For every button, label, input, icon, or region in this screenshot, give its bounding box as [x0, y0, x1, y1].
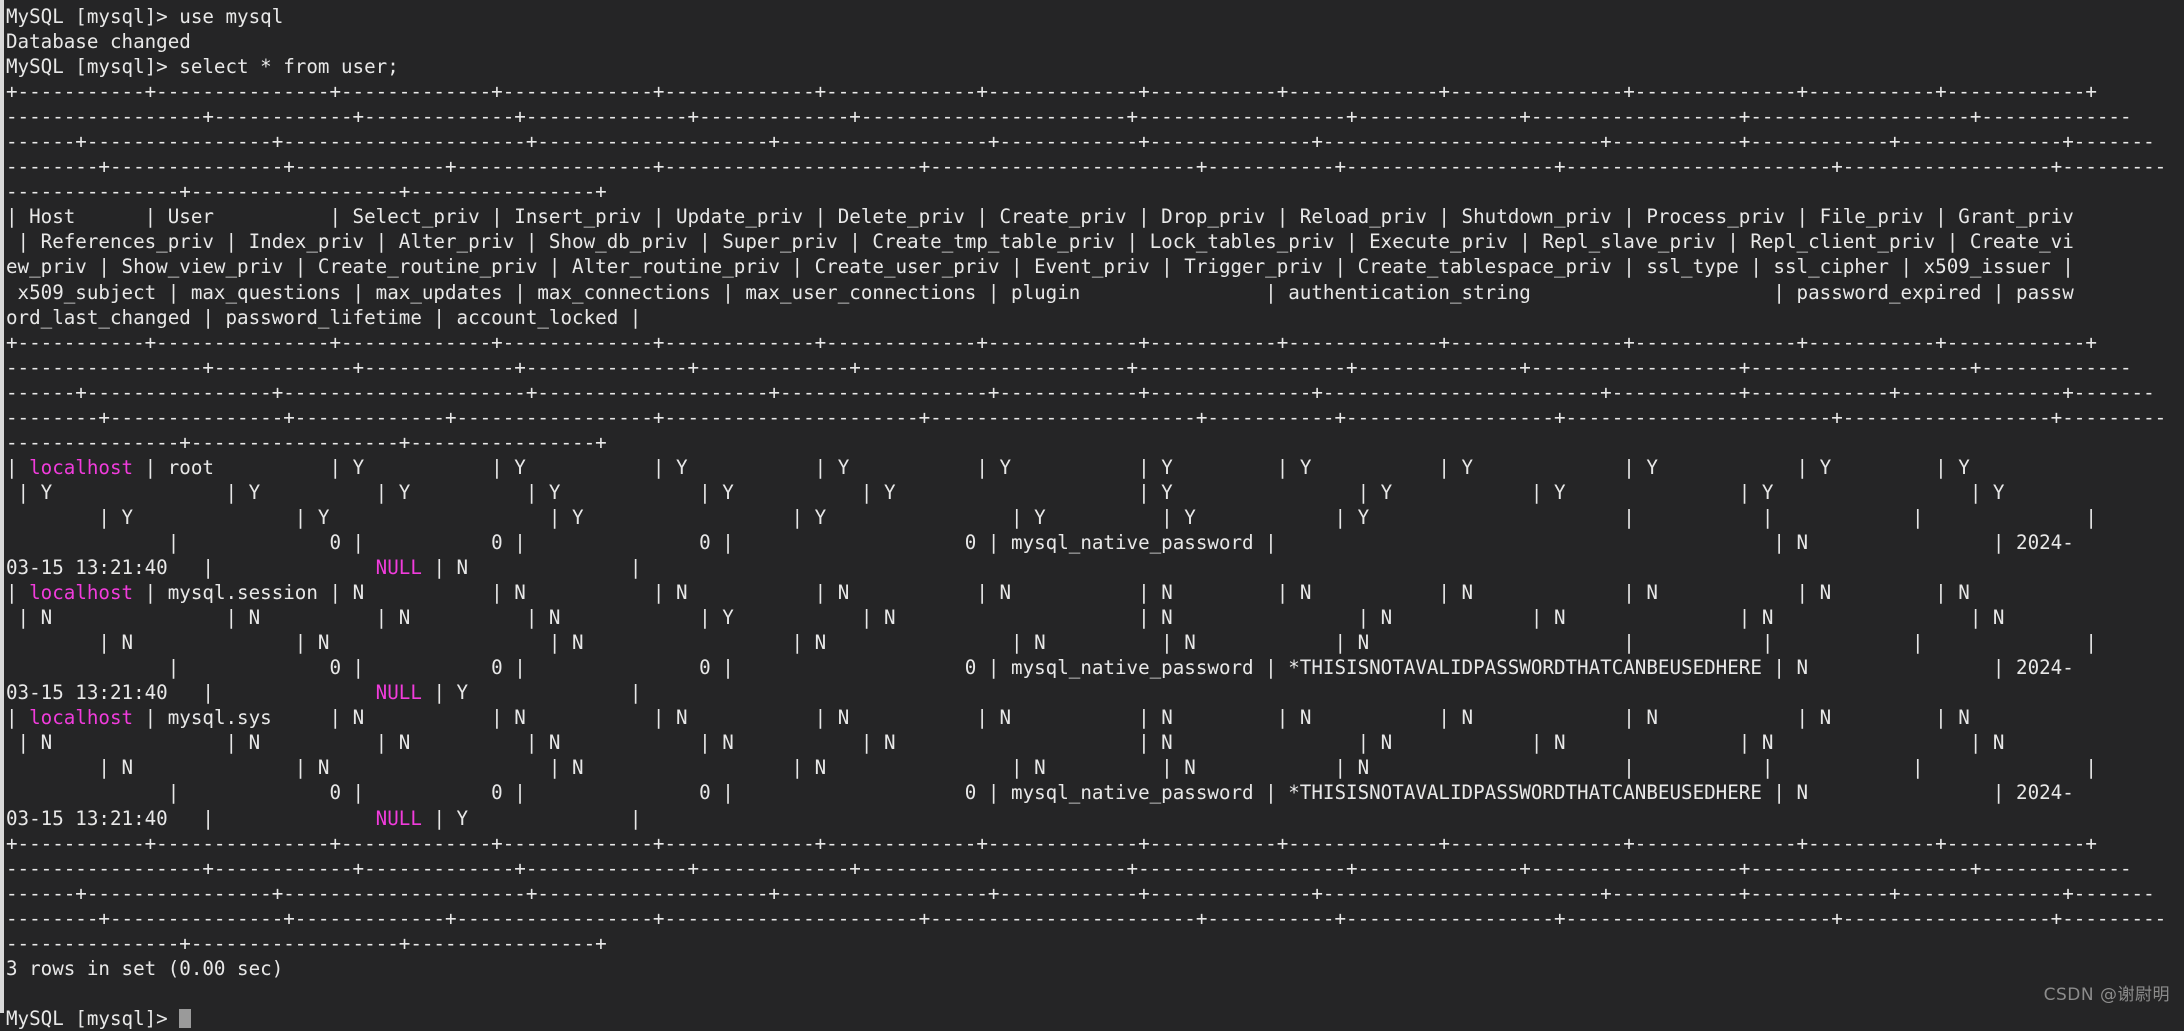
terminal-text: 03-15 13:21:40 |: [6, 681, 376, 705]
terminal-text: | N |: [421, 556, 642, 580]
terminal-line: +-----------+---------------+-----------…: [6, 831, 2184, 856]
terminal-line: | References_priv | Index_priv | Alter_p…: [6, 229, 2184, 254]
block-cursor: [179, 1008, 191, 1028]
terminal-line: --------+---------------+-------------+-…: [6, 405, 2184, 430]
terminal-text: Database changed: [6, 30, 191, 54]
terminal-line: | N | N | N | N | N | N | N | N | N | N …: [6, 730, 2184, 755]
terminal-line: ---------------+------------------+-----…: [6, 931, 2184, 956]
terminal-text: | N | N | N | N | N | N | N | N | N | N …: [6, 731, 2005, 755]
terminal-text: ---------------+------------------+-----…: [6, 931, 607, 955]
terminal-text: --------+---------------+-------------+-…: [6, 155, 2167, 179]
terminal-line: 03-15 13:21:40 | NULL | Y |: [6, 806, 2184, 831]
terminal-line: | N | N | N | N | Y | N | N | N | N | N …: [6, 605, 2184, 630]
terminal-line: ew_priv | Show_view_priv | Create_routin…: [6, 254, 2184, 279]
terminal-text: | Y | Y | Y | Y | Y | Y | Y | Y | Y | Y …: [6, 480, 2005, 504]
terminal-text: MySQL [mysql]> use mysql: [6, 5, 284, 28]
terminal-line: | Host | User | Select_priv | Insert_pri…: [6, 204, 2184, 229]
terminal-text: -----------------+------------+---------…: [6, 355, 2132, 379]
terminal-line: 3 rows in set (0.00 sec): [6, 956, 2184, 981]
terminal-text: | References_priv | Index_priv | Alter_p…: [6, 230, 2074, 254]
terminal-line: | localhost | mysql.sys | N | N | N | N …: [6, 705, 2184, 730]
terminal-window[interactable]: MySQL [mysql]> use mysql Database changed…: [0, 0, 2184, 1030]
terminal-left-gutter: [0, 0, 4, 1013]
terminal-line: MySQL [mysql]> select * from user;: [6, 54, 2184, 79]
highlighted-value: localhost: [29, 455, 134, 479]
terminal-line: 03-15 13:21:40 | NULL | N |: [6, 555, 2184, 580]
terminal-line: -----------------+------------+---------…: [6, 104, 2184, 129]
terminal-text: --------+---------------+-------------+-…: [6, 405, 2167, 429]
terminal-text: ew_priv | Show_view_priv | Create_routin…: [6, 255, 2074, 279]
terminal-text: | 0 | 0 | 0 | 0 | mysql_native_password …: [6, 530, 2074, 554]
terminal-screen[interactable]: MySQL [mysql]> use mysql Database changed…: [6, 4, 2184, 1030]
terminal-text: | root | Y | Y | Y | Y | Y | Y | Y | Y |…: [133, 455, 1970, 479]
terminal-text: 3 rows in set (0.00 sec): [6, 956, 284, 980]
csdn-watermark: CSDN @谢尉明: [2043, 985, 2170, 1005]
terminal-text: | N | N | N | N | N | N | N | | | |: [6, 756, 2097, 780]
terminal-line: -----------------+------------+---------…: [6, 355, 2184, 380]
terminal-text: | 0 | 0 | 0 | 0 | mysql_native_password …: [6, 781, 2074, 805]
terminal-text: +-----------+---------------+-----------…: [6, 831, 2097, 855]
terminal-text: |: [6, 455, 30, 479]
highlighted-value: NULL: [375, 556, 422, 580]
terminal-line: ------+----------------+----------------…: [6, 129, 2184, 154]
terminal-line: ------+----------------+----------------…: [6, 881, 2184, 906]
terminal-line: -----------------+------------+---------…: [6, 856, 2184, 881]
terminal-line: | localhost | mysql.session | N | N | N …: [6, 580, 2184, 605]
terminal-line: +-----------+---------------+-----------…: [6, 330, 2184, 355]
highlighted-value: localhost: [29, 706, 134, 730]
highlighted-value: localhost: [29, 581, 134, 605]
terminal-text: | mysql.session | N | N | N | N | N | N …: [133, 581, 1970, 605]
highlighted-value: NULL: [375, 806, 422, 830]
terminal-line: --------+---------------+-------------+-…: [6, 154, 2184, 179]
terminal-text: | mysql.sys | N | N | N | N | N | N | N …: [133, 706, 1970, 730]
terminal-text: +-----------+---------------+-----------…: [6, 330, 2097, 354]
terminal-line: | Y | Y | Y | Y | Y | Y | Y | Y | Y | Y …: [6, 480, 2184, 505]
terminal-text: | N | N | N | N | N | N | N | | | |: [6, 631, 2097, 655]
terminal-text: ------+----------------+----------------…: [6, 881, 2155, 905]
terminal-line: MySQL [mysql]> use mysql: [6, 4, 2184, 29]
terminal-line: | localhost | root | Y | Y | Y | Y | Y |…: [6, 455, 2184, 480]
terminal-line: [6, 981, 2184, 1006]
terminal-text: MySQL [mysql]>: [6, 1006, 180, 1030]
terminal-text: | Y |: [421, 681, 642, 705]
terminal-line: MySQL [mysql]>: [6, 1006, 2184, 1031]
terminal-line: | N | N | N | N | N | N | N | | | |: [6, 630, 2184, 655]
terminal-text: | Y | Y | Y | Y | Y | Y | Y | | | |: [6, 505, 2097, 529]
terminal-line: ---------------+------------------+-----…: [6, 430, 2184, 455]
terminal-line: ---------------+------------------+-----…: [6, 179, 2184, 204]
terminal-text: | 0 | 0 | 0 | 0 | mysql_native_password …: [6, 656, 2074, 680]
terminal-text: | N | N | N | N | Y | N | N | N | N | N …: [6, 606, 2005, 630]
terminal-text: ------+----------------+----------------…: [6, 380, 2155, 404]
terminal-text: |: [6, 581, 30, 605]
terminal-line: | 0 | 0 | 0 | 0 | mysql_native_password …: [6, 530, 2184, 555]
terminal-line: 03-15 13:21:40 | NULL | Y |: [6, 680, 2184, 705]
terminal-line: x509_subject | max_questions | max_updat…: [6, 280, 2184, 305]
terminal-text: ord_last_changed | password_lifetime | a…: [6, 305, 642, 329]
terminal-line: --------+---------------+-------------+-…: [6, 906, 2184, 931]
terminal-line: Database changed: [6, 29, 2184, 54]
terminal-text: +-----------+---------------+-----------…: [6, 80, 2097, 104]
terminal-line: | 0 | 0 | 0 | 0 | mysql_native_password …: [6, 655, 2184, 680]
terminal-text: ---------------+------------------+-----…: [6, 180, 607, 204]
terminal-line: ------+----------------+----------------…: [6, 380, 2184, 405]
terminal-text: ------+----------------+----------------…: [6, 130, 2155, 154]
terminal-text: 03-15 13:21:40 |: [6, 556, 376, 580]
terminal-text: -----------------+------------+---------…: [6, 105, 2132, 129]
terminal-line: | 0 | 0 | 0 | 0 | mysql_native_password …: [6, 780, 2184, 805]
terminal-text: 03-15 13:21:40 |: [6, 806, 376, 830]
highlighted-value: NULL: [375, 681, 422, 705]
terminal-text: MySQL [mysql]> select * from user;: [6, 55, 399, 79]
terminal-text: ---------------+------------------+-----…: [6, 430, 607, 454]
terminal-text: x509_subject | max_questions | max_updat…: [6, 280, 2074, 304]
terminal-text: | Host | User | Select_priv | Insert_pri…: [6, 205, 2074, 229]
terminal-line: +-----------+---------------+-----------…: [6, 79, 2184, 104]
terminal-line: | Y | Y | Y | Y | Y | Y | Y | | | |: [6, 505, 2184, 530]
terminal-line: | N | N | N | N | N | N | N | | | |: [6, 755, 2184, 780]
terminal-text: | Y |: [421, 806, 642, 830]
terminal-text: |: [6, 706, 30, 730]
terminal-text: --------+---------------+-------------+-…: [6, 906, 2167, 930]
terminal-line: ord_last_changed | password_lifetime | a…: [6, 305, 2184, 330]
terminal-text: -----------------+------------+---------…: [6, 856, 2132, 880]
